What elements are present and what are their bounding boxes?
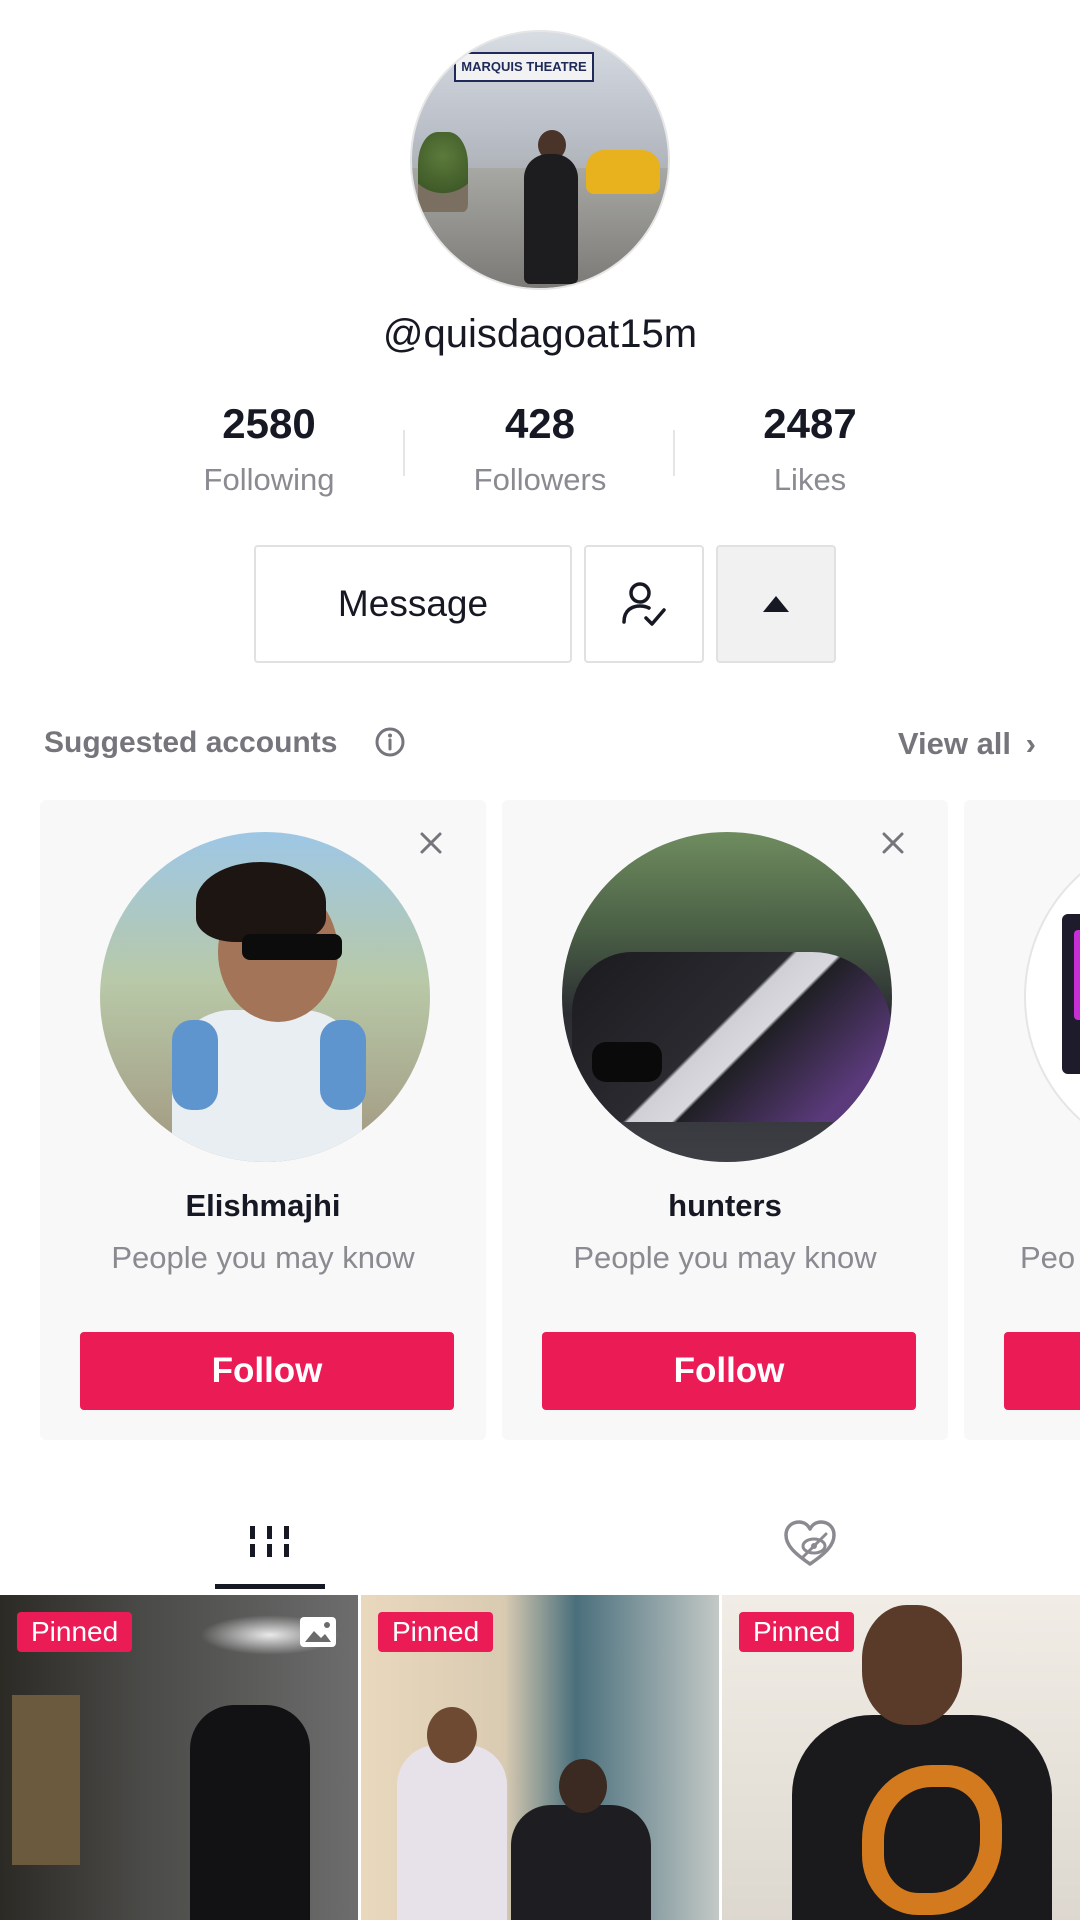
info-icon[interactable] xyxy=(374,726,406,758)
profile-tabs xyxy=(0,1490,1080,1590)
suggested-card[interactable]: Elishmajhi People you may know Follow xyxy=(40,800,486,1440)
suggested-carousel[interactable]: Elishmajhi People you may know Follow hu… xyxy=(0,800,1080,1440)
stat-following-value: 2580 xyxy=(222,400,316,447)
active-tab-indicator xyxy=(215,1584,325,1589)
tab-liked[interactable] xyxy=(780,1516,840,1572)
pinned-badge: Pinned xyxy=(739,1612,855,1652)
follow-button[interactable] xyxy=(1004,1332,1080,1410)
video-grid: Pinned Pinned Pinned xyxy=(0,1595,1080,1920)
stat-following[interactable]: 2580 Following xyxy=(134,400,404,498)
stat-followers-value: 428 xyxy=(504,400,576,447)
more-button[interactable] xyxy=(716,545,836,663)
profile-page: MARQUIS THEATRE @quisdagoat15m 2580 Foll… xyxy=(0,0,1080,1920)
stat-likes-value: 2487 xyxy=(763,400,857,447)
follow-button[interactable]: Follow xyxy=(542,1332,916,1410)
suggested-reason: People you may know xyxy=(111,1240,415,1275)
stat-likes[interactable]: 2487 Likes xyxy=(675,400,945,498)
video-tile[interactable]: Pinned xyxy=(361,1595,719,1920)
view-all-link[interactable]: View all › xyxy=(898,726,1036,762)
hidden-heart-icon xyxy=(784,1520,836,1566)
profile-stats: 2580 Following 428 Followers 2487 Likes xyxy=(0,400,1080,510)
stat-followers[interactable]: 428 Followers xyxy=(405,400,675,498)
pinned-badge: Pinned xyxy=(378,1612,494,1652)
suggested-card[interactable]: hunters People you may know Follow xyxy=(502,800,948,1440)
message-button[interactable]: Message xyxy=(254,545,572,663)
message-button-label: Message xyxy=(337,583,489,624)
grid-bars-icon xyxy=(250,1526,289,1557)
suggested-header: Suggested accounts View all › xyxy=(44,720,1036,770)
profile-actions: Message xyxy=(0,545,1080,665)
suggested-reason: People you may know xyxy=(573,1240,877,1275)
profile-username: @quisdagoat15m xyxy=(382,312,698,356)
video-tile[interactable]: Pinned xyxy=(722,1595,1080,1920)
video-tile[interactable]: Pinned xyxy=(0,1595,358,1920)
stat-following-label: Following xyxy=(203,462,335,497)
photo-icon xyxy=(300,1617,336,1647)
view-all-label: View all xyxy=(897,726,1012,761)
suggested-name[interactable]: Elishmajhi xyxy=(40,1188,486,1224)
close-icon[interactable] xyxy=(416,828,446,858)
profile-avatar[interactable]: MARQUIS THEATRE xyxy=(410,30,670,290)
suggested-card[interactable]: Peo xyxy=(964,800,1080,1440)
person-check-icon xyxy=(622,582,666,626)
tab-videos[interactable] xyxy=(215,1518,325,1578)
friends-button[interactable] xyxy=(584,545,704,663)
suggested-avatar[interactable] xyxy=(100,832,430,1162)
suggested-title: Suggested accounts xyxy=(44,726,338,759)
follow-button[interactable]: Follow xyxy=(80,1332,454,1410)
suggested-name[interactable]: hunters xyxy=(502,1188,948,1224)
stat-likes-label: Likes xyxy=(773,462,847,497)
suggested-reason: Peo xyxy=(1020,1240,1076,1275)
stat-followers-label: Followers xyxy=(473,462,607,497)
pinned-badge: Pinned xyxy=(17,1612,133,1652)
avatar-sign-text: MARQUIS THEATRE xyxy=(454,52,594,82)
chevron-right-icon: › xyxy=(1025,726,1036,761)
suggested-avatar[interactable] xyxy=(562,832,892,1162)
close-icon[interactable] xyxy=(878,828,908,858)
caret-up-icon xyxy=(763,596,789,612)
suggested-avatar[interactable] xyxy=(1024,832,1080,1162)
